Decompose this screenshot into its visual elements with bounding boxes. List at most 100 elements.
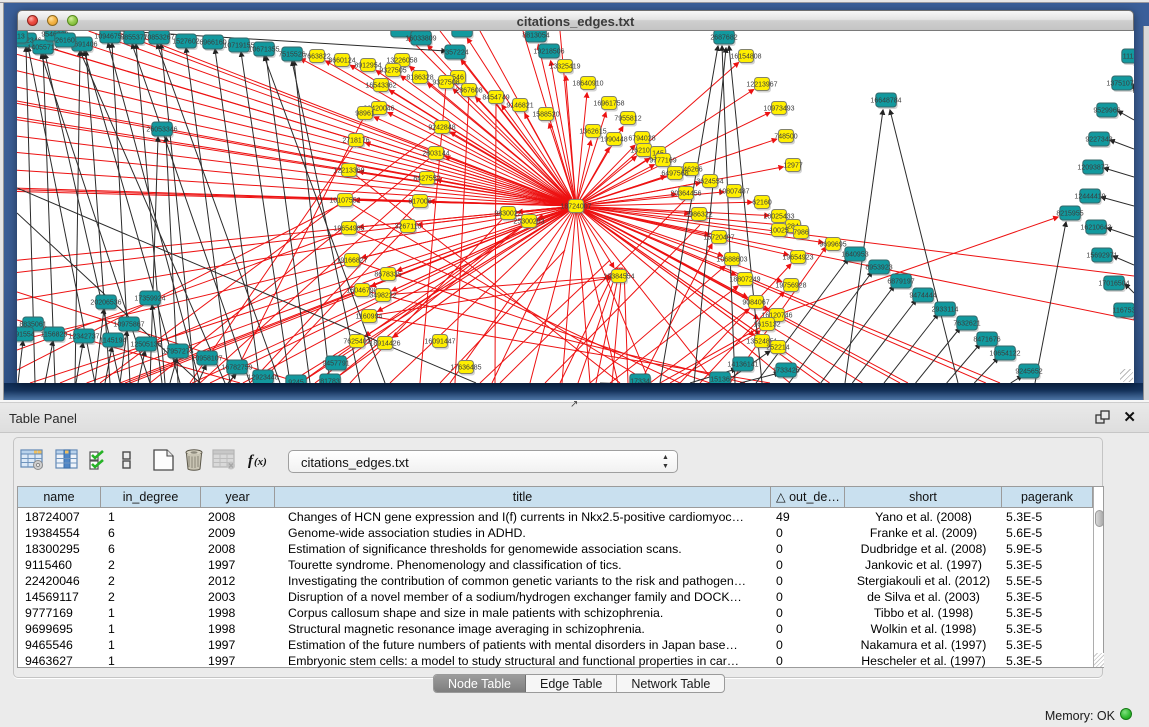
svg-text:10107552: 10107552 bbox=[329, 198, 360, 205]
svg-text:1362615: 1362615 bbox=[579, 129, 606, 136]
svg-text:81783: 81783 bbox=[320, 379, 340, 384]
svg-text:9699695: 9699695 bbox=[819, 242, 846, 249]
svg-text:9777169: 9777169 bbox=[649, 158, 676, 165]
svg-text:9327505: 9327505 bbox=[379, 68, 406, 75]
svg-text:10807487: 10807487 bbox=[718, 189, 749, 196]
svg-text:10671355: 10671355 bbox=[248, 47, 279, 54]
svg-text:15136: 15136 bbox=[710, 377, 730, 384]
svg-text:26160: 26160 bbox=[55, 38, 75, 45]
svg-text:817006: 817006 bbox=[408, 199, 431, 206]
svg-text:9313: 9313 bbox=[17, 34, 25, 41]
svg-text:10688603: 10688603 bbox=[716, 257, 747, 264]
svg-text:6879197: 6879197 bbox=[887, 279, 914, 286]
svg-text:9245: 9245 bbox=[288, 380, 304, 384]
svg-text:19384554: 19384554 bbox=[603, 274, 634, 281]
svg-text:17957273: 17957273 bbox=[162, 349, 193, 356]
svg-text:26053346: 26053346 bbox=[146, 127, 177, 134]
svg-text:10975867: 10975867 bbox=[113, 322, 144, 329]
svg-text:19654985: 19654985 bbox=[333, 226, 364, 233]
svg-text:3498222: 3498222 bbox=[369, 293, 396, 300]
svg-text:12342737: 12342737 bbox=[68, 334, 99, 341]
svg-text:8186328: 8186328 bbox=[406, 75, 433, 82]
svg-text:9830022: 9830022 bbox=[494, 211, 521, 218]
svg-text:14136141: 14136141 bbox=[727, 362, 758, 369]
svg-text:1527602: 1527602 bbox=[172, 39, 199, 46]
svg-text:3267110: 3267110 bbox=[395, 224, 422, 231]
svg-text:12505135: 12505135 bbox=[130, 342, 161, 349]
svg-text:16033809: 16033809 bbox=[405, 36, 436, 43]
svg-text:20206536: 20206536 bbox=[90, 300, 121, 307]
svg-text:8454749: 8454749 bbox=[482, 95, 509, 102]
svg-text:9457791: 9457791 bbox=[322, 361, 349, 368]
svg-text:10025: 10025 bbox=[769, 228, 789, 235]
svg-text:7986322: 7986322 bbox=[685, 212, 712, 219]
svg-text:9474444: 9474444 bbox=[909, 293, 936, 300]
svg-text:252214: 252214 bbox=[766, 345, 789, 352]
svg-text:12213967: 12213967 bbox=[746, 82, 777, 89]
svg-text:8912954: 8912954 bbox=[354, 63, 381, 70]
svg-text:19218506: 19218506 bbox=[533, 49, 564, 56]
svg-text:9242848: 9242848 bbox=[428, 125, 455, 132]
svg-text:7357224: 7357224 bbox=[441, 50, 468, 57]
svg-text:2687682: 2687682 bbox=[710, 35, 737, 42]
svg-text:17016504: 17016504 bbox=[1098, 281, 1129, 288]
svg-text:17636485: 17636485 bbox=[450, 365, 481, 372]
svg-text:17334: 17334 bbox=[630, 379, 650, 384]
svg-text:7986: 7986 bbox=[793, 230, 809, 237]
svg-text:25300293: 25300293 bbox=[513, 219, 544, 226]
svg-text:8953923: 8953923 bbox=[865, 265, 892, 272]
svg-text:391554: 391554 bbox=[17, 332, 35, 339]
svg-text:19166827: 19166827 bbox=[336, 258, 367, 265]
svg-text:2367608: 2367608 bbox=[455, 88, 482, 95]
svg-text:12977: 12977 bbox=[783, 163, 803, 170]
svg-text:7632621: 7632621 bbox=[953, 321, 980, 328]
svg-text:7663822: 7663822 bbox=[303, 54, 330, 61]
svg-text:1990448: 1990448 bbox=[600, 137, 627, 144]
svg-text:14055712: 14055712 bbox=[27, 45, 58, 52]
svg-text:15692971: 15692971 bbox=[1086, 253, 1117, 260]
svg-text:16210643: 16210643 bbox=[1080, 225, 1111, 232]
svg-text:9529966: 9529966 bbox=[1093, 108, 1120, 115]
svg-text:18914426: 18914426 bbox=[369, 341, 400, 348]
svg-text:9146821: 9146821 bbox=[506, 103, 533, 110]
svg-text:1588520: 1588520 bbox=[532, 112, 559, 119]
svg-text:2933114: 2933114 bbox=[932, 307, 959, 314]
svg-text:8427552: 8427552 bbox=[413, 176, 440, 183]
svg-text:(x): (x) bbox=[254, 456, 267, 468]
svg-text:13751074: 13751074 bbox=[1106, 81, 1134, 88]
svg-text:18724007: 18724007 bbox=[560, 204, 591, 211]
svg-text:16543362: 16543362 bbox=[365, 83, 396, 90]
svg-text:13325419: 13325419 bbox=[549, 64, 580, 71]
svg-text:8660124: 8660124 bbox=[328, 58, 355, 65]
svg-text:19756928: 19756928 bbox=[775, 283, 806, 290]
svg-text:2718176: 2718176 bbox=[342, 138, 369, 145]
svg-text:62160: 62160 bbox=[752, 200, 772, 207]
svg-text:6794028: 6794028 bbox=[628, 136, 655, 143]
svg-text:10853267: 10853267 bbox=[143, 35, 174, 42]
svg-text:98961: 98961 bbox=[355, 111, 375, 118]
svg-text:8678335: 8678335 bbox=[374, 272, 401, 279]
svg-text:12093877: 12093877 bbox=[1077, 165, 1108, 172]
svg-text:3624554: 3624554 bbox=[696, 179, 723, 186]
svg-text:9084067: 9084067 bbox=[742, 300, 769, 307]
svg-text:1640953: 1640953 bbox=[841, 252, 868, 259]
svg-text:12444419: 12444419 bbox=[1074, 194, 1105, 201]
svg-text:1733426: 1733426 bbox=[772, 368, 799, 375]
svg-text:8813054: 8813054 bbox=[522, 33, 549, 40]
svg-text:8215955: 8215955 bbox=[1056, 211, 1083, 218]
svg-text:7515526: 7515526 bbox=[278, 52, 305, 59]
svg-text:9227343: 9227343 bbox=[1085, 137, 1112, 144]
svg-text:7625402: 7625402 bbox=[343, 339, 370, 346]
svg-text:19654923: 19654923 bbox=[782, 255, 813, 262]
svg-text:1615132: 1615132 bbox=[753, 322, 780, 329]
svg-text:1156829: 1156829 bbox=[41, 332, 68, 339]
svg-text:11124: 11124 bbox=[1123, 54, 1134, 61]
svg-text:10958107: 10958107 bbox=[191, 356, 222, 363]
svg-text:116753: 116753 bbox=[1113, 308, 1134, 315]
svg-text:16154808: 16154808 bbox=[730, 54, 761, 61]
svg-text:9245652: 9245652 bbox=[1015, 369, 1042, 376]
svg-text:18807249: 18807249 bbox=[729, 277, 760, 284]
svg-text:8471676: 8471676 bbox=[973, 337, 1000, 344]
svg-text:10654122: 10654122 bbox=[989, 351, 1020, 358]
svg-text:9327508: 9327508 bbox=[432, 80, 459, 87]
